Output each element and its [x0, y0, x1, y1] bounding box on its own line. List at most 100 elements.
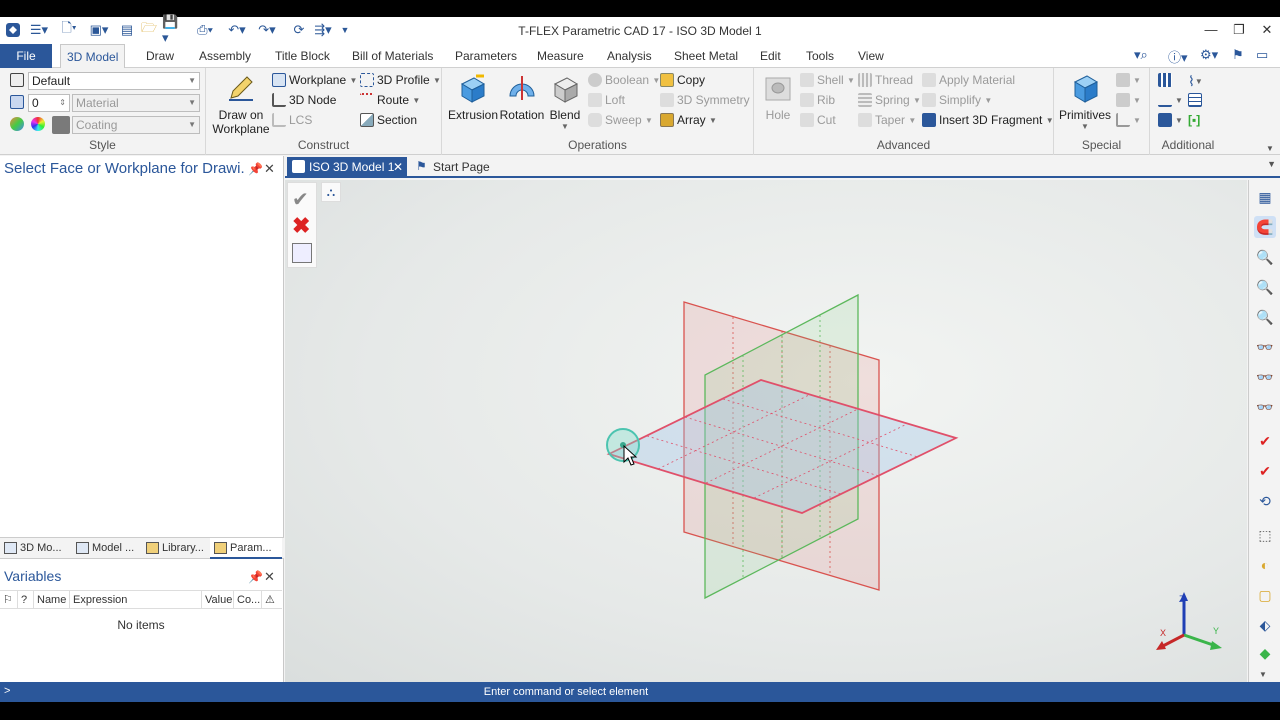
- close-tab-icon[interactable]: ✕: [393, 157, 403, 177]
- hole-button[interactable]: Hole: [760, 72, 796, 122]
- tab-3d-model[interactable]: 3D Model: [60, 44, 126, 69]
- color-wheel-icon[interactable]: [31, 117, 48, 131]
- special-tool-2-icon[interactable]: ▼: [1116, 93, 1141, 107]
- loft-button[interactable]: Loft: [588, 93, 625, 107]
- tab-measure[interactable]: Measure: [531, 44, 590, 68]
- level-spinner[interactable]: 0 ⇕: [28, 94, 70, 112]
- dimension-icon[interactable]: ▼: [1158, 93, 1183, 107]
- thread-button[interactable]: Thread: [858, 73, 913, 87]
- settings-gear-icon[interactable]: ⚙▾: [1200, 47, 1218, 65]
- glasses-view-2-icon[interactable]: 👓: [1254, 366, 1276, 388]
- rotation-button[interactable]: Rotation: [498, 72, 546, 122]
- tab-sheet-metal[interactable]: Sheet Metal: [668, 44, 744, 68]
- panel-toggle-icon[interactable]: ▭: [1256, 47, 1268, 65]
- tab-start-page[interactable]: ⚑ Start Page: [411, 157, 495, 177]
- close-button[interactable]: ✕: [1254, 20, 1280, 40]
- close-panel-icon[interactable]: ✕: [264, 161, 275, 177]
- simplify-button[interactable]: Simplify ▼: [922, 93, 992, 107]
- 3d-symmetry-button[interactable]: 3D Symmetry: [660, 93, 750, 107]
- magnet-snap-icon[interactable]: 🧲: [1254, 216, 1276, 238]
- boolean-button[interactable]: Boolean ▼: [588, 73, 660, 87]
- zoom-all-icon[interactable]: 🔍: [1254, 246, 1276, 268]
- select-check-icon[interactable]: ✔: [1254, 430, 1276, 452]
- column-expression[interactable]: Expression: [70, 591, 202, 609]
- 3d-node-button[interactable]: 3D Node: [272, 93, 336, 107]
- tab-title-block[interactable]: Title Block: [269, 44, 336, 68]
- layer-icon[interactable]: [10, 73, 27, 87]
- route-button[interactable]: Route ▼: [360, 93, 420, 107]
- tab-model-elements[interactable]: Model ...: [72, 538, 140, 559]
- column-value[interactable]: Value: [202, 591, 234, 609]
- tabs-dropdown-icon[interactable]: ▼: [1267, 159, 1276, 169]
- warning-column-icon[interactable]: ⚠: [262, 591, 282, 609]
- attach-icon[interactable]: ⌇ ▼: [1188, 73, 1203, 90]
- glasses-view-1-icon[interactable]: 👓: [1254, 336, 1276, 358]
- special-tool-1-icon[interactable]: ▼: [1116, 73, 1141, 87]
- color-swatch[interactable]: [52, 116, 73, 134]
- column-comment[interactable]: Co...: [234, 591, 262, 609]
- bracket-icon[interactable]: [▪]: [1188, 113, 1200, 127]
- tab-parameters[interactable]: Parameters: [449, 44, 523, 68]
- zoom-window-icon[interactable]: 🔍: [1254, 276, 1276, 298]
- flag-icon[interactable]: ⚑: [1232, 47, 1244, 65]
- level-icon[interactable]: [10, 95, 27, 109]
- glasses-view-3-icon[interactable]: 👓: [1254, 396, 1276, 418]
- tab-parameters-panel[interactable]: Param...: [210, 538, 282, 559]
- coating-combo[interactable]: Coating ▼: [72, 116, 200, 134]
- column-question[interactable]: ?: [18, 591, 34, 609]
- column-name[interactable]: Name: [34, 591, 70, 609]
- primitives-button[interactable]: Primitives ▼: [1056, 72, 1114, 131]
- tab-library[interactable]: Library...: [142, 538, 208, 559]
- draw-on-workplane-button[interactable]: Draw on Workplane: [210, 72, 272, 136]
- tab-bill-of-materials[interactable]: Bill of Materials: [346, 44, 439, 68]
- extrusion-button[interactable]: Extrusion: [448, 72, 498, 122]
- toolbar-scroll-down-icon[interactable]: ▼: [1259, 670, 1267, 679]
- tab-assembly[interactable]: Assembly: [193, 44, 257, 68]
- filter-check-icon[interactable]: ✔: [1254, 460, 1276, 482]
- rotate-view-icon[interactable]: ⟲: [1254, 490, 1276, 512]
- 3d-viewport[interactable]: ✔ ✖ ⛬ Z Y X: [285, 180, 1247, 682]
- flag-column-icon[interactable]: ⚐: [0, 591, 18, 609]
- tab-view[interactable]: View: [852, 44, 890, 68]
- pin-icon[interactable]: 📌: [248, 162, 263, 176]
- array-button[interactable]: Array ▼: [660, 113, 717, 127]
- tab-draw[interactable]: Draw: [140, 44, 180, 68]
- tree-icon[interactable]: ▼: [1158, 113, 1183, 127]
- variables-pin-icon[interactable]: 📌: [248, 570, 263, 584]
- sphere-view-icon[interactable]: ◐: [1254, 554, 1276, 576]
- copy-button[interactable]: Copy: [660, 73, 705, 87]
- box-view-icon[interactable]: ▢: [1254, 584, 1276, 606]
- insert-3d-fragment-button[interactable]: Insert 3D Fragment ▼: [922, 113, 1054, 127]
- restore-button[interactable]: ❐: [1226, 20, 1252, 40]
- material-combo[interactable]: Material ▼: [72, 94, 200, 112]
- zoom-in-out-icon[interactable]: 🔍: [1254, 306, 1276, 328]
- variables-close-icon[interactable]: ✕: [264, 569, 275, 585]
- tab-3d-model-tree[interactable]: 3D Mo...: [0, 538, 70, 559]
- shell-button[interactable]: Shell ▼: [800, 73, 855, 87]
- tab-tools[interactable]: Tools: [800, 44, 840, 68]
- taper-button[interactable]: Taper ▼: [858, 113, 916, 127]
- 3d-profile-button[interactable]: 3D Profile ▼: [360, 73, 441, 87]
- grid-tool-icon[interactable]: [1158, 73, 1175, 87]
- rib-button[interactable]: Rib: [800, 93, 835, 107]
- file-tab[interactable]: File: [0, 44, 52, 68]
- minimize-button[interactable]: —: [1198, 20, 1224, 40]
- lcs-button[interactable]: LCS: [272, 113, 312, 127]
- spring-button[interactable]: Spring ▼: [858, 93, 921, 107]
- apply-material-button[interactable]: Apply Material: [922, 73, 1015, 87]
- table-icon[interactable]: [1188, 93, 1205, 107]
- sweep-button[interactable]: Sweep ▼: [588, 113, 653, 127]
- ribbon-options-icon[interactable]: ▾⌕: [1134, 47, 1148, 65]
- window-layout-icon[interactable]: ▦: [1254, 186, 1276, 208]
- cut-button[interactable]: Cut: [800, 113, 836, 127]
- wireframe-cube-icon[interactable]: ⬚: [1254, 524, 1276, 546]
- special-tool-3-icon[interactable]: ▼: [1116, 113, 1141, 127]
- layer-combo[interactable]: Default ▼: [28, 72, 200, 90]
- workplane-button[interactable]: Workplane ▼: [272, 73, 357, 87]
- tab-analysis[interactable]: Analysis: [601, 44, 658, 68]
- color-palette-icon[interactable]: [10, 117, 27, 131]
- blend-button[interactable]: Blend ▼: [546, 72, 584, 131]
- section-view-icon[interactable]: ⬖: [1254, 614, 1276, 636]
- tab-edit[interactable]: Edit: [754, 44, 787, 68]
- section-button[interactable]: Section: [360, 113, 417, 127]
